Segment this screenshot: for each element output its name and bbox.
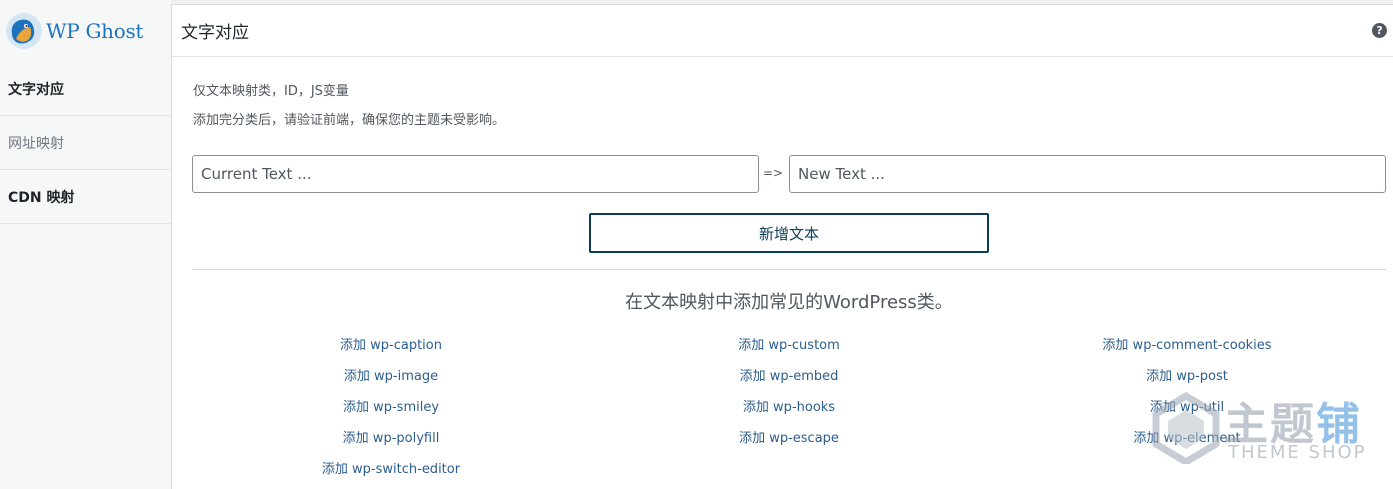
add-class-link[interactable]: 添加 wp-polyfill [343, 427, 440, 446]
add-class-link[interactable]: 添加 wp-caption [340, 334, 442, 353]
page-title: 文字对应 [181, 23, 249, 43]
ghost-icon [6, 13, 42, 49]
add-text-button[interactable]: 新增文本 [589, 213, 989, 253]
add-class-link[interactable]: 添加 wp-custom [738, 334, 840, 353]
note-line-1: 仅文本映射类，ID，JS变量 [193, 84, 349, 99]
brand-logo[interactable]: WP Ghost [0, 0, 171, 62]
add-class-link[interactable]: 添加 wp-post [1146, 365, 1228, 384]
brand-name: WP Ghost [46, 19, 144, 43]
panel-header: 文字对应 ? [172, 5, 1393, 57]
sidebar-item-text-mapping[interactable]: 文字对应 [0, 62, 171, 116]
sidebar: WP Ghost 文字对应 网址映射 CDN 映射 [0, 0, 171, 489]
new-text-input[interactable] [789, 155, 1386, 193]
mapping-arrow: => [763, 166, 784, 180]
add-class-link[interactable]: 添加 wp-comment-cookies [1102, 334, 1271, 353]
current-text-input[interactable] [192, 155, 759, 193]
watermark-subtitle: THEME SHOP [1228, 442, 1367, 463]
help-icon[interactable]: ? [1372, 23, 1387, 38]
add-class-link[interactable]: 添加 wp-image [344, 365, 438, 384]
watermark-logo-icon [1152, 392, 1220, 464]
theme-shop-watermark: 主题铺 THEME SHOP [1150, 388, 1370, 468]
add-class-link[interactable]: 添加 wp-embed [740, 365, 839, 384]
add-class-link[interactable]: 添加 wp-hooks [743, 396, 835, 415]
add-class-link[interactable]: 添加 wp-switch-editor [322, 458, 460, 477]
sidebar-item-url-mapping[interactable]: 网址映射 [0, 116, 171, 170]
add-class-link[interactable]: 添加 wp-smiley [343, 396, 439, 415]
common-classes-title: 在文本映射中添加常见的WordPress类。 [625, 292, 953, 313]
sidebar-item-cdn-mapping[interactable]: CDN 映射 [0, 170, 171, 224]
add-class-link[interactable]: 添加 wp-escape [739, 427, 839, 446]
divider [192, 269, 1386, 270]
note-line-2: 添加完分类后，请验证前端，确保您的主题未受影响。 [193, 113, 506, 128]
